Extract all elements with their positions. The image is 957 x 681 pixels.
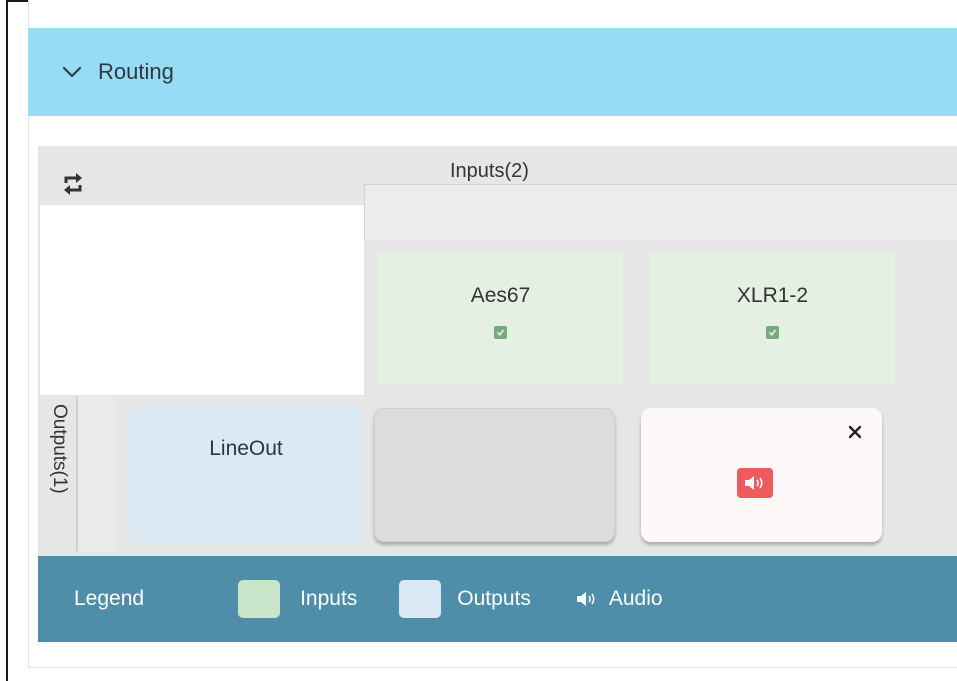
legend-title: Legend (74, 587, 145, 610)
refresh-icon[interactable] (60, 170, 86, 198)
input-checkbox[interactable] (494, 326, 507, 339)
window-border-left (6, 0, 8, 681)
legend-inputs-label: Inputs (300, 587, 358, 610)
input-checkbox[interactable] (766, 326, 779, 339)
input-cell-aes67: Aes67 (378, 252, 623, 385)
grid-corner (40, 205, 364, 395)
inputs-header-label: Inputs(2) (450, 160, 529, 182)
legend-bar: Legend Inputs Outputs Audio (38, 556, 957, 642)
input-name: Aes67 (470, 284, 531, 307)
input-cell-xlr1-2: XLR1-2 (650, 252, 895, 385)
route-cell-xlr1-2-lineout[interactable] (641, 408, 882, 542)
legend-audio-label: Audio (608, 587, 663, 610)
audio-legend-icon (575, 589, 599, 609)
route-cell-aes67-lineout[interactable] (374, 408, 615, 542)
close-icon[interactable] (847, 424, 863, 440)
outputs-divider (76, 396, 116, 551)
legend-outputs-label: Outputs (457, 587, 531, 610)
audio-icon (737, 468, 773, 498)
routing-header[interactable]: Routing (28, 28, 957, 116)
outputs-swatch (399, 580, 442, 618)
output-name: LineOut (209, 437, 283, 460)
output-cell-lineout: LineOut (130, 407, 362, 542)
chevron-down-icon[interactable] (60, 60, 84, 84)
input-name: XLR1-2 (736, 284, 809, 307)
inputs-swatch (238, 580, 281, 618)
routing-title: Routing (98, 59, 174, 84)
inputs-header-strip (364, 184, 957, 240)
outputs-header-label: Outputs(1) (49, 404, 70, 494)
